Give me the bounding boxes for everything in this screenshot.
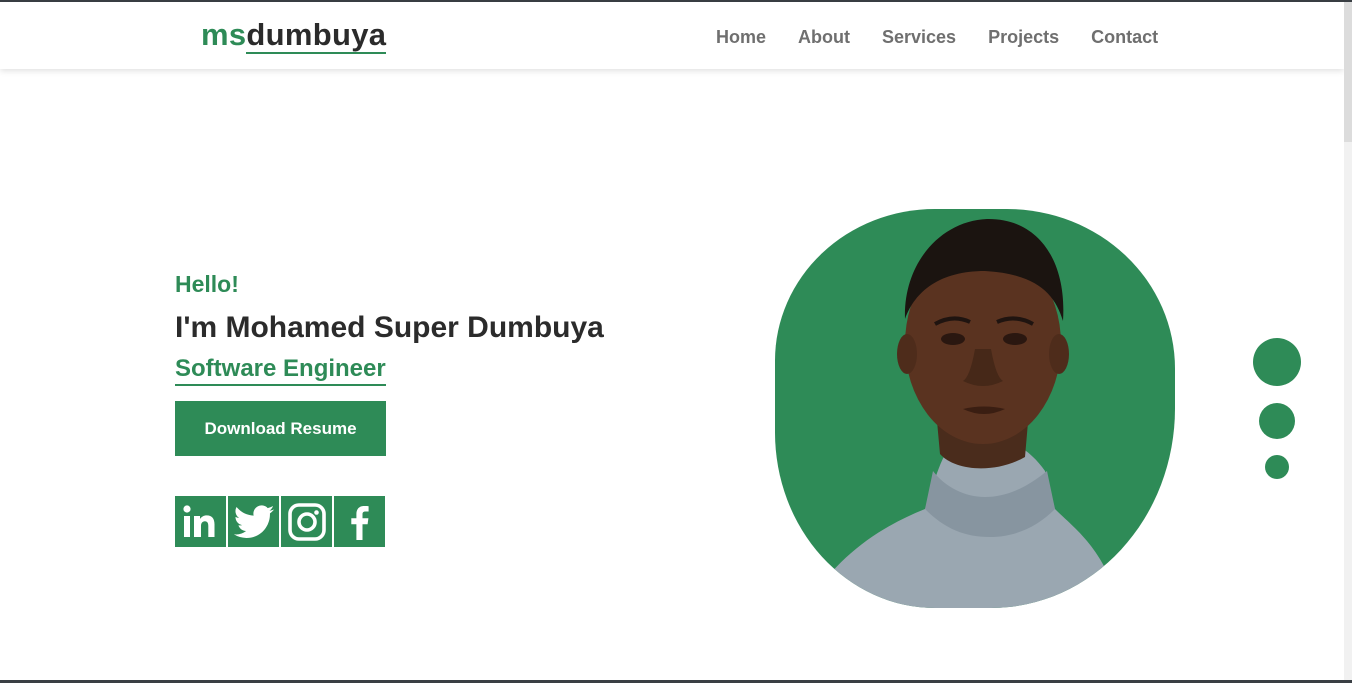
scrollbar-thumb[interactable] [1344, 2, 1352, 142]
instagram-link[interactable] [281, 496, 332, 547]
profile-photo [775, 209, 1175, 608]
nav-about-link[interactable]: About [798, 26, 850, 48]
hero-greeting: Hello! [175, 271, 239, 297]
twitter-link[interactable] [228, 496, 279, 547]
instagram-icon [287, 502, 326, 541]
nav-services-link[interactable]: Services [882, 26, 956, 48]
linkedin-link[interactable] [175, 496, 226, 547]
slider-dot-medium[interactable] [1259, 403, 1295, 439]
logo-name: dumbuya [246, 17, 387, 54]
hero-name: I'm Mohamed Super Dumbuya [175, 311, 604, 344]
logo-prefix: ms [201, 17, 247, 52]
download-resume-button[interactable]: Download Resume [175, 401, 386, 456]
social-links [175, 496, 385, 547]
twitter-icon [233, 504, 274, 538]
profile-portrait-image [805, 218, 1120, 608]
site-header: msdumbuya Home About Services Projects C… [0, 2, 1344, 69]
nav-home-link[interactable]: Home [716, 26, 766, 48]
facebook-icon [350, 505, 369, 540]
nav-projects-link[interactable]: Projects [988, 26, 1059, 48]
hero-intro: Hello! I'm Mohamed Super Dumbuya Softwar… [175, 270, 604, 386]
facebook-link[interactable] [334, 496, 385, 547]
slider-dot-small[interactable] [1265, 455, 1289, 479]
nav-contact-link[interactable]: Contact [1091, 26, 1158, 48]
hero-role: Software Engineer [175, 355, 386, 386]
main-nav: Home About Services Projects Contact [716, 26, 1190, 48]
site-logo[interactable]: msdumbuya [201, 17, 387, 54]
linkedin-icon [182, 504, 214, 537]
slider-dot-large[interactable] [1253, 338, 1301, 386]
